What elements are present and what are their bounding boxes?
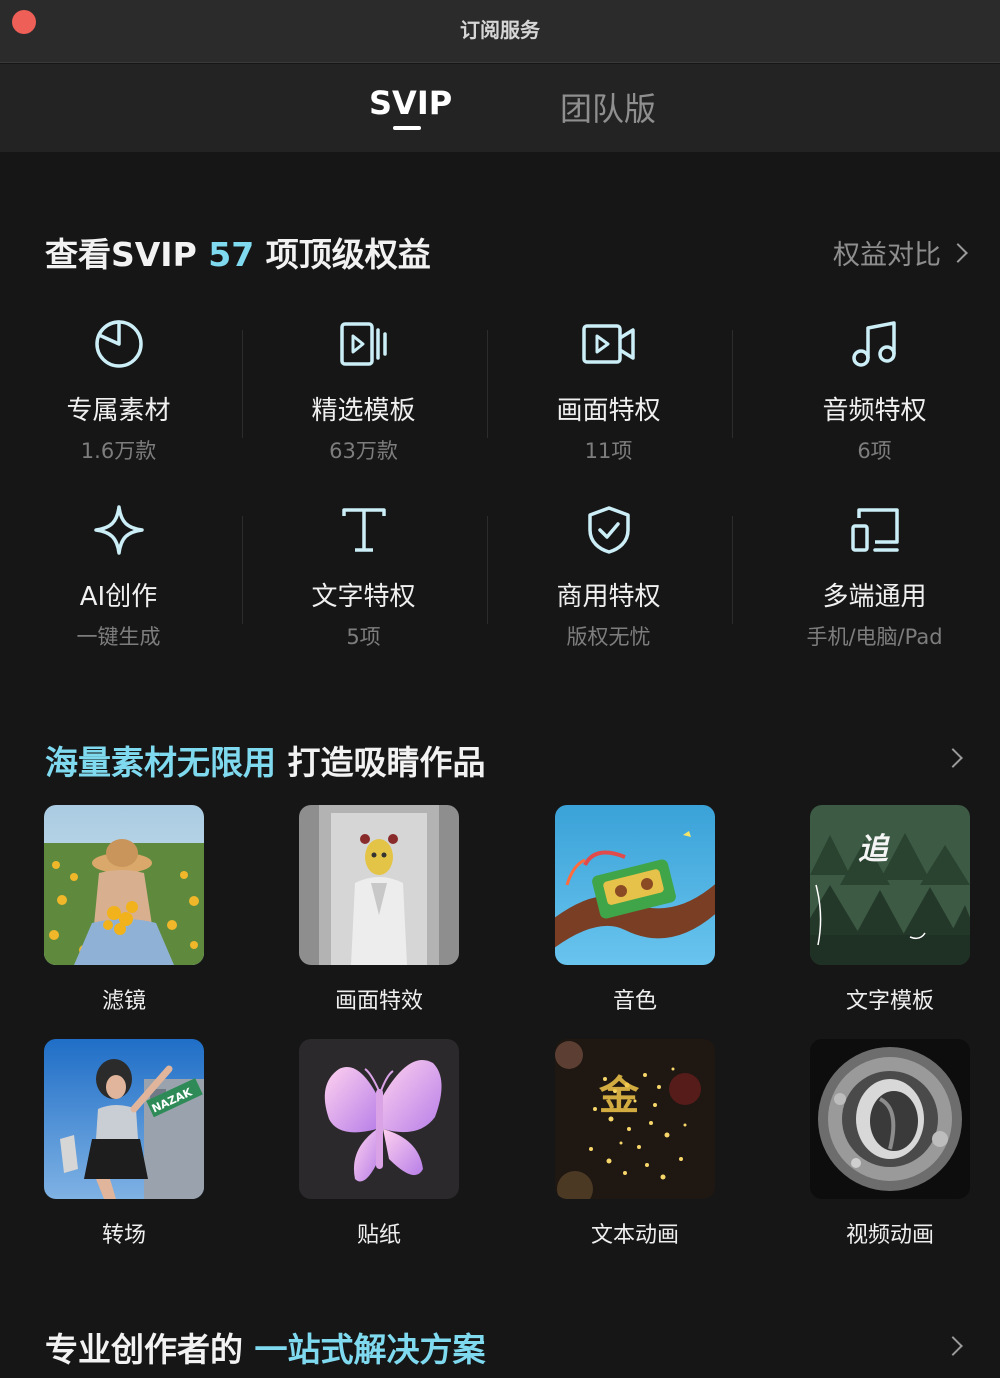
materials-title-rest: 打造吸睛作品 [276,743,486,782]
video-icon [486,316,731,372]
material-text-templates[interactable]: 追 文字模板 [810,805,970,1015]
tab-bar: SVIP 团队版 [0,64,1000,152]
benefit-sub: 一键生成 [76,625,161,649]
materials-section-title: 海量素材无限用 打造吸睛作品 [45,736,486,784]
benefit-name: 画面特权 [556,396,661,426]
benefit-sub: 5项 [346,625,381,649]
benefit-name: 多端通用 [822,582,927,612]
svg-text:追: 追 [858,832,890,867]
material-label: 音色 [612,989,657,1014]
divider [732,516,733,624]
solution-title-accent: 一站式解决方案 [254,1330,486,1369]
benefit-name: 音频特权 [822,396,927,426]
music-note-icon [752,316,997,372]
solution-title-prefix: 专业创作者的 [45,1330,255,1369]
text-icon [241,502,486,558]
active-tab-indicator [393,126,421,130]
benefits-count: 57 [208,235,255,274]
benefit-exclusive-materials[interactable]: 专属素材 1.6万款 [0,316,241,465]
stickers-thumbnail [299,1039,459,1199]
benefit-visual-privileges[interactable]: 画面特权 11项 [486,316,731,465]
transitions-thumbnail: NAZAK [44,1039,204,1199]
chevron-right-icon [948,242,968,263]
visual-effects-thumbnail [299,805,459,965]
benefit-name: AI创作 [79,582,158,612]
filter-thumbnail [44,805,204,965]
text-templates-thumbnail: 追 [810,805,970,965]
material-label: 转场 [101,1223,146,1248]
benefit-multi-device[interactable]: 多端通用 手机/电脑/Pad [752,502,997,651]
pie-icon [0,316,241,372]
material-video-animation[interactable]: 视频动画 [810,1039,970,1249]
material-label: 文本动画 [590,1223,679,1248]
material-visual-effects[interactable]: 画面特效 [299,805,459,1015]
material-transitions[interactable]: NAZAK 转场 [44,1039,204,1249]
video-animation-thumbnail [810,1039,970,1199]
benefit-text-privileges[interactable]: 文字特权 5项 [241,502,486,651]
tab-team[interactable]: 团队版 [560,84,656,130]
sparkle-icon [0,502,241,558]
benefit-name: 精选模板 [311,396,416,426]
benefit-sub: 版权无忧 [566,625,651,649]
tab-svip[interactable]: SVIP [369,84,452,122]
material-voice[interactable]: 音色 [555,805,715,1015]
material-label: 文字模板 [845,989,934,1014]
compare-benefits-link[interactable]: 权益对比 [833,233,968,272]
benefit-sub: 11项 [584,439,633,463]
benefit-templates[interactable]: 精选模板 63万款 [241,316,486,465]
shield-check-icon [486,502,731,558]
benefit-ai-creation[interactable]: AI创作 一键生成 [0,502,241,651]
compare-benefits-label: 权益对比 [833,240,941,271]
window-title: 订阅服务 [460,18,540,42]
benefit-name: 商用特权 [556,582,661,612]
benefit-commercial-use[interactable]: 商用特权 版权无忧 [486,502,731,651]
text-animation-thumbnail: 金 [555,1039,715,1199]
svg-text:金: 金 [598,1073,640,1119]
materials-more-chevron-icon[interactable] [943,748,963,768]
benefit-name: 文字特权 [311,582,416,612]
template-icon [241,316,486,372]
material-label: 贴纸 [356,1223,401,1248]
material-text-animation[interactable]: 金 文本动画 [555,1039,715,1249]
benefit-audio-privileges[interactable]: 音频特权 6项 [752,316,997,465]
material-label: 视频动画 [845,1223,934,1248]
devices-icon [752,502,997,558]
voice-thumbnail [555,805,715,965]
material-label: 滤镜 [101,989,146,1014]
benefit-name: 专属素材 [66,396,171,426]
materials-title-accent: 海量素材无限用 [45,743,276,782]
material-filter[interactable]: 滤镜 [44,805,204,1015]
benefits-section-title: 查看SVIP 57 项顶级权益 [45,228,431,276]
benefit-sub: 手机/电脑/Pad [806,625,943,649]
benefits-title-prefix: 查看SVIP [45,235,209,274]
benefits-title-suffix: 项顶级权益 [254,235,431,274]
solution-more-chevron-icon[interactable] [943,1336,963,1356]
material-stickers[interactable]: 贴纸 [299,1039,459,1249]
benefit-sub: 6项 [857,439,892,463]
benefit-sub: 1.6万款 [80,439,157,463]
solution-section-title: 专业创作者的 一站式解决方案 [45,1323,486,1371]
material-label: 画面特效 [334,989,423,1014]
benefit-sub: 63万款 [329,439,398,463]
title-bar: 订阅服务 [0,0,1000,63]
divider [732,330,733,438]
